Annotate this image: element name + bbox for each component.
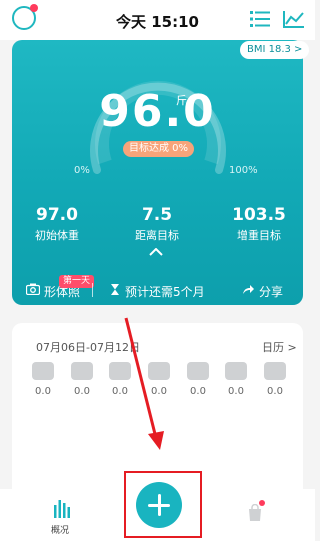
camera-icon[interactable]: [26, 283, 40, 295]
share-button[interactable]: 分享: [259, 283, 283, 300]
day-value: 0.0: [190, 386, 206, 397]
stat-label: 距离目标: [135, 229, 179, 242]
day-value: 0.0: [267, 386, 283, 397]
gauge-min-label: 0%: [74, 165, 90, 176]
day-face-icon[interactable]: [187, 362, 209, 380]
notification-dot: [259, 500, 265, 506]
divider: [92, 283, 93, 297]
calendar-link[interactable]: 日历 >: [262, 339, 297, 355]
shop-bag-icon[interactable]: [246, 504, 264, 522]
estimate-text: 预计还需5个月: [125, 285, 205, 299]
chevron-up-icon[interactable]: [149, 248, 163, 256]
stat-label: 增重目标: [237, 229, 281, 242]
day-face-icon[interactable]: [32, 362, 54, 380]
stat-value: 103.5: [232, 205, 286, 225]
tab-overview-label[interactable]: 概况: [51, 523, 69, 536]
trend-chart-icon[interactable]: [283, 10, 305, 28]
stat-initial-weight: 97.0 初始体重: [17, 205, 97, 243]
stat-gain-target: 103.5 增重目标: [219, 205, 299, 243]
stat-distance-to-goal: 7.5 距离目标: [117, 205, 197, 243]
day-value: 0.0: [35, 386, 51, 397]
stat-label: 初始体重: [35, 229, 79, 242]
stat-value: 97.0: [36, 205, 78, 225]
gauge-max-label: 100%: [229, 165, 258, 176]
stat-value: 7.5: [141, 205, 173, 225]
share-icon[interactable]: [242, 284, 255, 295]
annotation-arrow: [124, 317, 164, 450]
weight-unit: 斤: [176, 94, 187, 107]
list-icon[interactable]: [250, 10, 270, 28]
current-weight: 96.0: [99, 86, 216, 137]
hourglass-icon: [111, 284, 119, 295]
day-face-icon[interactable]: [71, 362, 93, 380]
day-value: 0.0: [228, 386, 244, 397]
bmi-badge[interactable]: BMI 18.3 >: [240, 41, 310, 59]
day-face-icon[interactable]: [225, 362, 247, 380]
target-progress-badge: 目标达成 0%: [123, 141, 195, 157]
annotation-highlight-box: [124, 471, 202, 538]
first-day-badge: 第一天: [59, 275, 95, 288]
overview-bars-icon[interactable]: [53, 499, 71, 519]
day-value: 0.0: [74, 386, 90, 397]
day-face-icon[interactable]: [264, 362, 286, 380]
